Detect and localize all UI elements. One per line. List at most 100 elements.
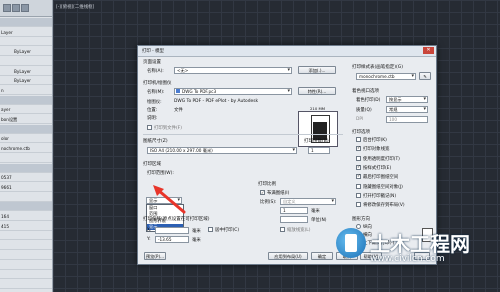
location-label: 位置: <box>147 108 158 113</box>
scale-lineweights-checkbox[interactable] <box>280 227 285 232</box>
plot-to-file-label: 打印到文件(F) <box>154 126 182 131</box>
palette-icon[interactable] <box>21 4 29 12</box>
printer-select[interactable]: DWG To PDF.pc3 <box>174 88 292 95</box>
watermark: 土木工程网 www.civilcn.com <box>336 226 500 292</box>
dpi-input[interactable]: 100 <box>386 116 428 123</box>
copies-input[interactable]: 1 <box>308 147 330 154</box>
palette-row[interactable]: 415 <box>0 222 52 231</box>
paper-size-group: 图纸尺寸(Z) <box>143 139 168 144</box>
palette-row[interactable]: ByLayer <box>0 67 52 76</box>
palette-section-header[interactable] <box>0 18 52 27</box>
palette-row[interactable] <box>0 270 52 280</box>
palette-section-header[interactable] <box>0 163 52 173</box>
dialog-titlebar[interactable]: 打印 - 模型 ✕ <box>138 46 436 57</box>
center-plot-checkbox[interactable] <box>208 227 213 232</box>
palette-row[interactable] <box>0 154 52 163</box>
printer-name-label: 名称(M): <box>147 90 165 95</box>
fit-to-paper-checkbox[interactable]: ✓ <box>260 190 265 195</box>
plot-option-checkbox[interactable] <box>356 192 361 198</box>
palette-row[interactable] <box>0 261 52 270</box>
palette-row-label: 164 <box>1 214 9 219</box>
palette-icon[interactable] <box>3 4 11 12</box>
plot-option-checkbox[interactable]: ✓ <box>356 174 361 180</box>
plot-option-label: 打开打印戳记(N) <box>363 193 397 199</box>
palette-section-header[interactable] <box>0 124 52 134</box>
printer-icon <box>176 89 180 93</box>
watermark-brand: 土木工程网 <box>370 232 470 256</box>
palette-row[interactable]: olor <box>0 134 52 144</box>
palette-row[interactable]: ByLayer <box>0 47 52 57</box>
plot-style-select[interactable]: monochrome.ctb <box>356 73 416 80</box>
printer-properties-button[interactable]: 特性(R)... <box>298 87 336 95</box>
copies-group: 打印份数(B) <box>304 139 329 144</box>
plot-option-label: 隐藏图纸空间对象(J) <box>363 184 403 190</box>
palette-row[interactable] <box>0 231 52 241</box>
scale-select[interactable]: 自定义 <box>280 198 336 205</box>
palette-row[interactable]: ByLayer <box>0 76 52 86</box>
quality-select[interactable]: 常规 <box>386 106 428 113</box>
offset-y-input[interactable]: -13.65 <box>155 236 189 243</box>
offset-y-unit: 毫米 <box>192 238 201 243</box>
page-setup-name-label: 名称(A): <box>147 69 164 74</box>
palette-row[interactable] <box>0 280 52 289</box>
palette-row[interactable] <box>0 37 52 47</box>
page-setup-select[interactable]: <无> <box>174 67 292 74</box>
palette-row[interactable] <box>0 193 52 202</box>
palette-row-label: Layer <box>1 29 13 35</box>
add-page-setup-button[interactable]: 添加(.)... <box>298 66 336 74</box>
shade-plot-label: 着色打印(D) <box>356 98 381 103</box>
palette-row[interactable]: ayer <box>0 105 52 115</box>
offset-x-input[interactable] <box>155 227 189 234</box>
logo-icon <box>336 228 366 258</box>
palette-section-header[interactable] <box>0 202 52 212</box>
plot-scale-group: 打印比例 <box>258 182 276 187</box>
plot-to-file-checkbox[interactable] <box>147 125 152 130</box>
plot-option-label: 打印对象线宽 <box>363 147 390 153</box>
page-setup-group: 页面设置 <box>143 60 161 65</box>
plot-area-what-label: 打印范围(W): <box>147 171 174 176</box>
shade-plot-select[interactable]: 按显示 <box>386 96 428 103</box>
close-icon[interactable]: ✕ <box>423 47 434 54</box>
scale-label: 比例(S): <box>260 200 277 205</box>
palette-row[interactable] <box>0 251 52 260</box>
palette-row[interactable]: Layer <box>0 28 52 37</box>
printer-group: 打印机/绘图仪 <box>143 81 172 86</box>
plot-option-label: 使用透明度打印(T) <box>363 156 400 162</box>
palette-row[interactable] <box>0 57 52 66</box>
plotter-label: 绘图仪: <box>147 100 162 105</box>
plot-options-group: 打印选项 <box>352 130 370 135</box>
center-plot-label: 居中打印(C) <box>215 228 240 233</box>
palette-row[interactable]: n <box>0 86 52 95</box>
ok-button[interactable]: 确定 <box>311 252 333 260</box>
dpi-label: DPI <box>356 117 364 122</box>
paper-size-select[interactable]: ISO A4 (210.00 x 297.00 毫米) <box>147 147 297 154</box>
palette-row[interactable]: 9661 <box>0 183 52 192</box>
plot-style-group: 打印样式表(画笔指定)(G) <box>352 65 404 70</box>
preview-button[interactable]: 预览(P)... <box>144 252 166 260</box>
scale-value-2[interactable] <box>280 216 308 223</box>
palette-row[interactable] <box>0 241 52 251</box>
plot-option-checkbox[interactable] <box>356 155 361 161</box>
scale-unit-1: 毫米 <box>311 209 320 214</box>
viewport-label[interactable]: [-][俯视][二维线框] <box>56 4 94 10</box>
palette-row[interactable]: 0537 <box>0 173 52 183</box>
edit-plot-style-button[interactable]: ✎ <box>419 72 431 80</box>
properties-palette: Layer ByLayer ByLayer ByLayer n ayer bon设置 olor… <box>0 0 53 292</box>
palette-row-value: ByLayer <box>14 49 32 55</box>
palette-row[interactable]: 164 <box>0 212 52 221</box>
plot-offset-group: 打印偏移(原点设置在可打印区域) <box>143 217 210 222</box>
apply-to-layout-button[interactable]: 应用到布局(U) <box>268 252 308 260</box>
plot-option-checkbox[interactable] <box>356 137 361 142</box>
shaded-viewport-group: 着色视口选项 <box>352 89 379 94</box>
plot-option-label: 按样式打印(E) <box>363 165 392 171</box>
palette-row-label: 415 <box>1 223 9 229</box>
palette-section-header[interactable] <box>0 95 52 105</box>
palette-icon[interactable] <box>12 4 20 12</box>
plot-option-checkbox[interactable]: ✓ <box>356 146 361 152</box>
scale-value-1[interactable]: 1 <box>280 207 308 214</box>
plot-option-checkbox[interactable]: ✓ <box>356 164 361 170</box>
palette-row[interactable]: nochrome.ctb <box>0 144 52 154</box>
palette-row[interactable]: bon设置 <box>0 115 52 124</box>
plot-option-checkbox[interactable] <box>356 183 361 189</box>
plot-option-checkbox[interactable] <box>356 202 361 208</box>
